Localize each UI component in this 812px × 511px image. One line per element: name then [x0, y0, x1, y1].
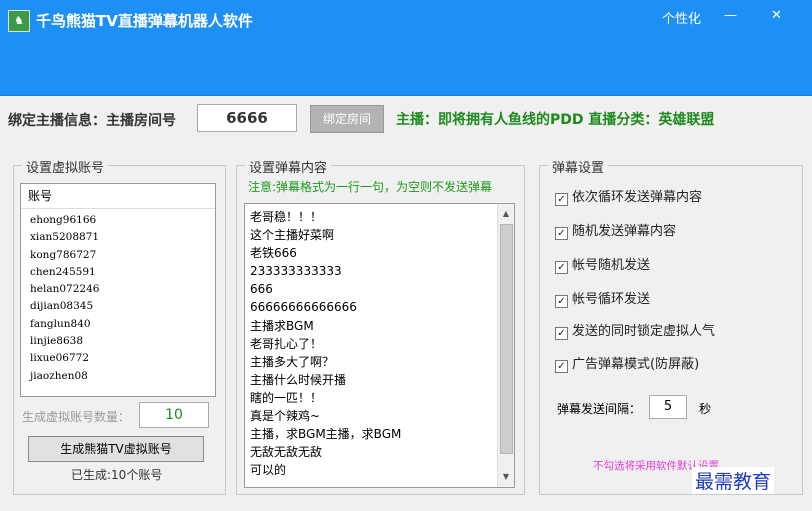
- checkbox-checked-icon[interactable]: ✓: [555, 295, 568, 308]
- generate-accounts-button[interactable]: 生成熊猫TV虚拟账号: [28, 436, 204, 462]
- danmu-line: 主播多大了啊？: [250, 354, 335, 369]
- danmu-line: 无敌无敌无敌: [250, 445, 323, 460]
- option-lock-popularity[interactable]: ✓ 发送的同时锁定虚拟人气: [555, 320, 715, 340]
- account-count-label: 生成虚拟账号数量：: [22, 410, 131, 424]
- danmu-lines: 老哥稳！！！ 这个主播好菜啊 老铁666 233333333333 666 66…: [245, 204, 514, 479]
- account-list[interactable]: 账号 ehong96166 xian5208871 kong786727 che…: [20, 183, 216, 397]
- scroll-thumb[interactable]: [500, 224, 513, 454]
- watermark: 最需教育: [692, 467, 775, 494]
- personalize-button[interactable]: 个性化: [662, 8, 701, 27]
- danmu-line: 主播什么时候开播: [250, 372, 347, 387]
- title-bar: ♞ 千鸟熊猫TV直播弹幕机器人软件 个性化 — ✕: [0, 0, 812, 96]
- checkbox-checked-icon[interactable]: ✓: [555, 360, 568, 373]
- checkbox-checked-icon[interactable]: ✓: [555, 227, 568, 240]
- list-item[interactable]: jiaozhen08: [30, 368, 215, 385]
- room-number-input[interactable]: 6666: [197, 104, 297, 132]
- list-item[interactable]: fanglun840: [30, 316, 215, 333]
- option-sequential-loop[interactable]: ✓ 依次循环发送弹幕内容: [555, 186, 702, 206]
- danmu-line: 这个主播好菜啊: [250, 228, 335, 243]
- bind-room-button[interactable]: 绑定房间: [310, 105, 384, 133]
- interval-input[interactable]: 5: [649, 395, 687, 419]
- list-item[interactable]: helan072246: [30, 281, 215, 298]
- danmu-group-title: 设置弹幕内容: [245, 157, 332, 176]
- account-items: ehong96166 xian5208871 kong786727 chen24…: [21, 209, 215, 385]
- scroll-down-arrow-icon[interactable]: ▼: [498, 469, 514, 485]
- option-label: 帐号循环发送: [572, 292, 651, 307]
- generate-status: 已生成:10个账号: [71, 468, 163, 482]
- danmu-line: 老铁666: [250, 246, 297, 261]
- option-label: 随机发送弹幕内容: [572, 224, 677, 239]
- danmu-line: 主播求BGM: [250, 318, 314, 333]
- option-label: 发送的同时锁定虚拟人气: [572, 324, 716, 339]
- minimize-button[interactable]: —: [724, 8, 737, 23]
- danmu-line: 可以的: [250, 463, 287, 478]
- option-label: 依次循环发送弹幕内容: [572, 190, 703, 205]
- option-label: 广告弹幕模式(防屏蔽): [572, 357, 700, 372]
- danmu-line: 66666666666666: [250, 300, 357, 315]
- account-count-input[interactable]: 10: [139, 402, 209, 428]
- danmu-line: 瞎的一匹！！: [250, 390, 323, 405]
- anchor-info: 主播：即将拥有人鱼线的PDD 直播分类：英雄联盟: [396, 112, 715, 128]
- app-logo-icon: ♞: [8, 10, 30, 32]
- checkbox-checked-icon[interactable]: ✓: [555, 327, 568, 340]
- list-item[interactable]: dijian08345: [30, 298, 215, 315]
- list-item[interactable]: linjie8638: [30, 333, 215, 350]
- option-account-loop[interactable]: ✓ 帐号循环发送: [555, 288, 650, 308]
- scroll-up-arrow-icon[interactable]: ▲: [498, 206, 514, 222]
- option-random-send[interactable]: ✓ 随机发送弹幕内容: [555, 220, 676, 240]
- checkbox-checked-icon[interactable]: ✓: [555, 193, 568, 206]
- bind-room-row: 绑定主播信息：主播房间号 6666 绑定房间 主播：即将拥有人鱼线的PDD 直播…: [0, 97, 812, 141]
- list-item[interactable]: xian5208871: [30, 229, 215, 246]
- window-title: 千鸟熊猫TV直播弹幕机器人软件: [36, 12, 253, 30]
- option-label: 帐号随机发送: [572, 258, 651, 273]
- bind-room-label: 绑定主播信息：主播房间号: [8, 113, 176, 129]
- close-button[interactable]: ✕: [771, 8, 782, 23]
- danmu-line: 233333333333: [250, 264, 342, 279]
- list-item[interactable]: kong786727: [30, 247, 215, 264]
- danmu-line: 主播，求BGM主播，求BGM: [250, 427, 402, 442]
- danmu-format-note: 注意:弹幕格式为一行一句，为空则不发送弹幕: [248, 180, 493, 194]
- list-item[interactable]: lixue06772: [30, 350, 215, 367]
- list-item[interactable]: chen245591: [30, 264, 215, 281]
- settings-group-title: 弹幕设置: [548, 157, 609, 176]
- option-account-random[interactable]: ✓ 帐号随机发送: [555, 254, 650, 274]
- interval-label: 弹幕发送间隔：: [557, 402, 642, 416]
- interval-unit: 秒: [699, 402, 712, 416]
- danmu-textarea[interactable]: 老哥稳！！！ 这个主播好菜啊 老铁666 233333333333 666 66…: [244, 203, 515, 488]
- danmu-line: 老哥稳！！！: [250, 210, 323, 224]
- danmu-line: 老哥扎心了！: [250, 336, 323, 351]
- option-ad-mode[interactable]: ✓ 广告弹幕模式(防屏蔽): [555, 353, 699, 373]
- account-list-header: 账号: [21, 184, 215, 209]
- danmu-line: 666: [250, 282, 273, 297]
- checkbox-checked-icon[interactable]: ✓: [555, 261, 568, 274]
- list-item[interactable]: ehong96166: [30, 212, 215, 229]
- accounts-group-title: 设置虚拟账号: [22, 157, 109, 176]
- danmu-line: 真是个辣鸡~: [250, 409, 321, 424]
- danmu-scrollbar[interactable]: ▲ ▼: [497, 204, 514, 487]
